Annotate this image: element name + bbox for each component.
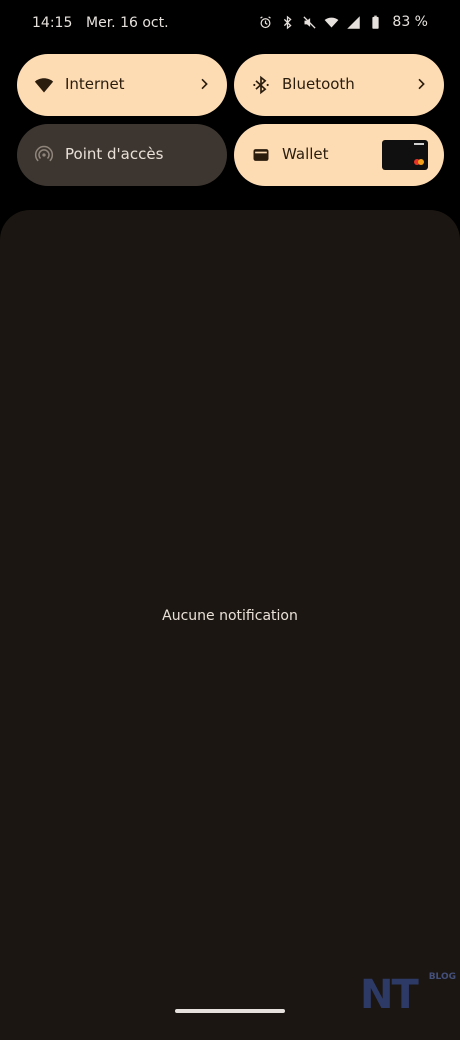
bluetooth-icon xyxy=(251,75,271,95)
watermark-logo: NT BLOG xyxy=(358,968,458,1024)
battery-percent: 83 % xyxy=(392,14,428,30)
card-brand-mark xyxy=(414,143,424,145)
wallet-card-thumbnail xyxy=(382,140,428,170)
wifi-icon xyxy=(324,15,339,30)
empty-notifications-text: Aucune notification xyxy=(162,608,298,624)
gesture-nav-handle[interactable] xyxy=(175,1009,285,1013)
status-icons: 83 % xyxy=(258,14,428,30)
alarm-icon xyxy=(258,15,273,30)
hotspot-tile-label: Point d'accès xyxy=(65,145,164,163)
status-date: Mer. 16 oct. xyxy=(86,15,169,31)
card-network-logo xyxy=(418,159,424,165)
notification-panel: Aucune notification xyxy=(0,210,460,1040)
hotspot-icon xyxy=(34,145,54,165)
signal-icon xyxy=(346,15,361,30)
status-time: 14:15 xyxy=(32,15,73,31)
watermark-logo-text: NT xyxy=(360,972,419,1018)
chevron-right-icon xyxy=(196,76,212,92)
internet-tile[interactable]: Internet xyxy=(17,54,227,116)
bluetooth-tile[interactable]: Bluetooth xyxy=(234,54,444,116)
battery-icon xyxy=(368,15,383,30)
wifi-icon xyxy=(34,75,54,95)
chevron-right-icon xyxy=(413,76,429,92)
wallet-tile[interactable]: Wallet xyxy=(234,124,444,186)
internet-tile-label: Internet xyxy=(65,75,125,93)
hotspot-tile[interactable]: Point d'accès xyxy=(17,124,227,186)
bluetooth-icon xyxy=(280,15,295,30)
status-bar: 14:15 Mer. 16 oct. 83 % xyxy=(0,0,460,46)
wallet-icon xyxy=(251,145,271,165)
wallet-tile-label: Wallet xyxy=(282,145,329,163)
watermark-logo-sub: BLOG xyxy=(428,972,456,982)
mute-icon xyxy=(302,15,317,30)
bluetooth-tile-label: Bluetooth xyxy=(282,75,355,93)
